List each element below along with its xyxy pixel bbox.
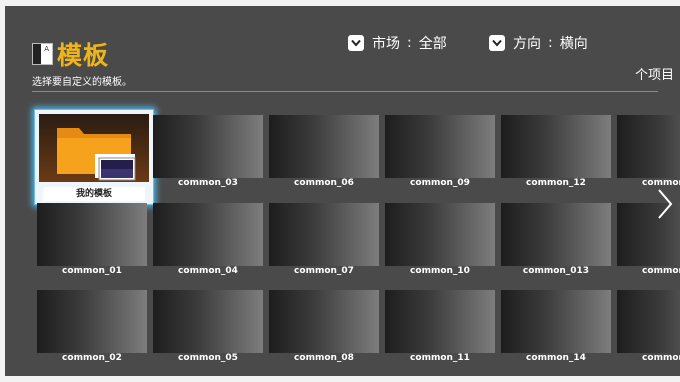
- template-tile[interactable]: [501, 290, 611, 353]
- template-tile[interactable]: [153, 115, 263, 178]
- template-tile[interactable]: [385, 115, 495, 178]
- template-tile[interactable]: [37, 203, 147, 266]
- template-label: common_12: [526, 178, 586, 188]
- direction-filter-label: 方向: [513, 36, 541, 52]
- template-label: common_07: [294, 266, 354, 276]
- item-count-label: 个项目: [634, 68, 674, 83]
- my-template-label: 我的模板: [43, 187, 145, 201]
- template-tile[interactable]: [617, 290, 680, 353]
- template-tile[interactable]: [269, 203, 379, 266]
- template-tile[interactable]: [385, 290, 495, 353]
- page-title: 模板: [57, 41, 110, 70]
- direction-filter-dropdown[interactable]: 方向 : 横向: [489, 33, 588, 53]
- template-label: common_02: [62, 353, 122, 363]
- chevron-right-icon[interactable]: [653, 186, 677, 222]
- market-filter-value: 全部: [418, 36, 447, 52]
- template-tile[interactable]: [501, 115, 611, 178]
- page-subtitle: 选择要自定义的模板。: [32, 77, 132, 88]
- market-filter-label: 市场: [372, 36, 400, 52]
- template-tile[interactable]: [501, 203, 611, 266]
- direction-filter-value: 横向: [559, 36, 588, 52]
- direction-filter-separator: :: [548, 35, 553, 51]
- template-label: common_16: [642, 266, 680, 276]
- template-label: common_09: [410, 178, 470, 188]
- template-tile[interactable]: [153, 290, 263, 353]
- chevron-down-icon: [489, 35, 505, 51]
- folder-icon: [39, 114, 149, 182]
- template-label: common_04: [178, 266, 238, 276]
- template-tile[interactable]: [269, 290, 379, 353]
- template-tile[interactable]: [385, 203, 495, 266]
- template-label: common_03: [178, 178, 238, 188]
- template-doc-icon: A: [32, 43, 53, 65]
- template-label: common_11: [410, 353, 470, 363]
- market-filter-dropdown[interactable]: 市场 : 全部: [348, 33, 447, 53]
- template-screen: A 模板 选择要自定义的模板。 市场 : 全部 方向 : 横向 个项目 我的模板…: [5, 6, 680, 376]
- template-tile[interactable]: [617, 115, 680, 178]
- template-label: common_08: [294, 353, 354, 363]
- template-tile[interactable]: [269, 115, 379, 178]
- template-label: common_10: [410, 266, 470, 276]
- template-label: common_013: [522, 266, 590, 276]
- header: A 模板: [32, 38, 109, 70]
- template-tile[interactable]: [153, 203, 263, 266]
- my-template-tile[interactable]: 我的模板: [34, 109, 154, 205]
- template-label: common_14: [526, 353, 586, 363]
- chevron-down-icon: [348, 35, 364, 51]
- market-filter-separator: :: [407, 35, 412, 51]
- template-label: common_17: [642, 353, 680, 363]
- template-label: common_05: [178, 353, 238, 363]
- header-divider: [32, 91, 658, 92]
- template-tile[interactable]: [37, 290, 147, 353]
- template-label: common_06: [294, 178, 354, 188]
- template-label: common_01: [62, 266, 122, 276]
